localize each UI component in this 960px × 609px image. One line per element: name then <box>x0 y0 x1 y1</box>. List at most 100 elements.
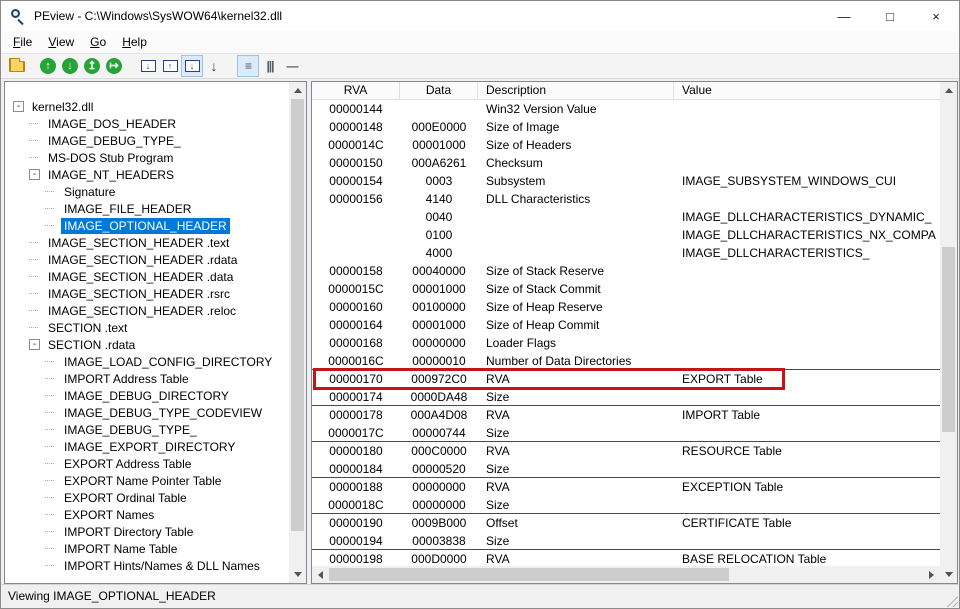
tree-item-image-section-header-rdata[interactable]: IMAGE_SECTION_HEADER .rdata <box>5 251 289 268</box>
table-row[interactable]: 00000144Win32 Version Value <box>312 100 940 118</box>
table-row[interactable]: 0000019400003838Size <box>312 532 940 550</box>
scroll-thumb[interactable] <box>291 99 304 531</box>
close-button[interactable]: × <box>913 1 959 31</box>
tree-item-image-file-header[interactable]: IMAGE_FILE_HEADER <box>5 200 289 217</box>
table-row[interactable]: 0000016C00000010Number of Data Directori… <box>312 352 940 370</box>
tree-item-import-name-table[interactable]: IMPORT Name Table <box>5 540 289 557</box>
goto-data-button[interactable]: ↓ <box>181 55 203 77</box>
tree-item-signature[interactable]: Signature <box>5 183 289 200</box>
menu-view[interactable]: View <box>40 31 82 53</box>
goto-ref-down-button[interactable]: ↓ <box>137 55 159 77</box>
table-row[interactable]: 0000018800000000RVAEXCEPTION Table <box>312 478 940 496</box>
column-header-description[interactable]: Description <box>478 82 674 99</box>
details-horizontal-scrollbar[interactable] <box>312 566 940 583</box>
table-row[interactable]: 000001740000DA48Size <box>312 388 940 406</box>
open-file-button[interactable] <box>9 61 25 72</box>
table-row[interactable]: 0040IMAGE_DLLCHARACTERISTICS_DYNAMIC_ <box>312 208 940 226</box>
cell-data: 00000010 <box>400 352 478 370</box>
tree-item-export-ordinal-table[interactable]: EXPORT Ordinal Table <box>5 489 289 506</box>
table-row[interactable]: 000001564140DLL Characteristics <box>312 190 940 208</box>
table-row[interactable]: 0100IMAGE_DLLCHARACTERISTICS_NX_COMPA <box>312 226 940 244</box>
tree-item-image-section-header-data[interactable]: IMAGE_SECTION_HEADER .data <box>5 268 289 285</box>
scroll-up-arrow[interactable] <box>289 82 306 99</box>
tree-item-image-debug-type[interactable]: IMAGE_DEBUG_TYPE_ <box>5 421 289 438</box>
tree-expander-icon[interactable]: - <box>13 101 24 112</box>
tree-item-image-optional-header[interactable]: IMAGE_OPTIONAL_HEADER <box>5 217 289 234</box>
tree-scrollbar[interactable] <box>289 82 306 583</box>
tree-item-section-rdata[interactable]: -SECTION .rdata <box>5 336 289 353</box>
tree-item-image-load-config-directory[interactable]: IMAGE_LOAD_CONFIG_DIRECTORY <box>5 353 289 370</box>
nav-first-button[interactable]: ↥ <box>81 55 103 77</box>
nav-down-button[interactable]: ↓ <box>59 55 81 77</box>
tree-item-image-debug-type-codeview[interactable]: IMAGE_DEBUG_TYPE_CODEVIEW <box>5 404 289 421</box>
tree-item-image-debug-directory[interactable]: IMAGE_DEBUG_DIRECTORY <box>5 387 289 404</box>
cell-value <box>674 280 940 298</box>
table-row[interactable]: 0000015C00001000Size of Stack Commit <box>312 280 940 298</box>
cell-data: 0100 <box>400 226 478 244</box>
view-list-button[interactable]: ≡ <box>237 55 259 77</box>
table-row[interactable]: 0000017C00000744Size <box>312 424 940 442</box>
table-row[interactable]: 4000IMAGE_DLLCHARACTERISTICS_ <box>312 244 940 262</box>
details-vertical-scrollbar[interactable] <box>940 82 957 583</box>
view-compact-button[interactable]: — <box>281 55 303 77</box>
follow-down-button[interactable]: ↓ <box>203 55 225 77</box>
table-row[interactable]: 000001540003SubsystemIMAGE_SUBSYSTEM_WIN… <box>312 172 940 190</box>
table-row[interactable]: 0000016400001000Size of Heap Commit <box>312 316 940 334</box>
table-row[interactable]: 0000018400000520Size <box>312 460 940 478</box>
tree-item-ms-dos-stub-program[interactable]: MS-DOS Stub Program <box>5 149 289 166</box>
cell-desc: Size <box>478 496 674 514</box>
column-header-value[interactable]: Value <box>674 82 940 99</box>
tree-item-import-hints-names-dll-names[interactable]: IMPORT Hints/Names & DLL Names <box>5 557 289 574</box>
menu-go[interactable]: Go <box>82 31 114 53</box>
scroll-right-arrow[interactable] <box>923 566 940 583</box>
nav-up-button[interactable]: ↑ <box>37 55 59 77</box>
tree-item-import-address-table[interactable]: IMPORT Address Table <box>5 370 289 387</box>
tree-item-image-section-header-rsrc[interactable]: IMAGE_SECTION_HEADER .rsrc <box>5 285 289 302</box>
tree-expander-icon[interactable]: - <box>29 169 40 180</box>
tree-item-export-names[interactable]: EXPORT Names <box>5 506 289 523</box>
tree-item-export-name-pointer-table[interactable]: EXPORT Name Pointer Table <box>5 472 289 489</box>
tree-connector <box>45 480 54 481</box>
tree-item-label: MS-DOS Stub Program <box>45 150 176 166</box>
tree-expander-icon[interactable]: - <box>29 339 40 350</box>
scroll-left-arrow[interactable] <box>312 566 329 583</box>
table-row[interactable]: 00000148000E0000Size of Image <box>312 118 940 136</box>
tree-item-image-section-header-reloc[interactable]: IMAGE_SECTION_HEADER .reloc <box>5 302 289 319</box>
table-row[interactable]: 00000150000A6261Checksum <box>312 154 940 172</box>
tree-item-image-nt-headers[interactable]: -IMAGE_NT_HEADERS <box>5 166 289 183</box>
table-row[interactable]: 00000180000C0000RVARESOURCE Table <box>312 442 940 460</box>
maximize-button[interactable]: □ <box>867 1 913 31</box>
table-row[interactable]: 0000014C00001000Size of Headers <box>312 136 940 154</box>
menu-file[interactable]: File <box>5 31 40 53</box>
tree-item-export-address-table[interactable]: EXPORT Address Table <box>5 455 289 472</box>
cell-desc: Offset <box>478 514 674 532</box>
minimize-button[interactable]: — <box>821 1 867 31</box>
table-row[interactable]: 000001900009B000OffsetCERTIFICATE Table <box>312 514 940 532</box>
table-row[interactable]: 00000178000A4D08RVAIMPORT Table <box>312 406 940 424</box>
table-row[interactable]: 0000016000100000Size of Heap Reserve <box>312 298 940 316</box>
table-row[interactable]: 00000198000D0000RVABASE RELOCATION Table <box>312 550 940 566</box>
table-row[interactable]: 00000170000972C0RVAEXPORT Table <box>312 370 940 388</box>
column-header-data[interactable]: Data <box>400 82 478 99</box>
table-row[interactable]: 0000018C00000000Size <box>312 496 940 514</box>
tree-item-kernel32-dll[interactable]: -kernel32.dll <box>5 98 289 115</box>
nav-next-button[interactable]: ↦ <box>103 55 125 77</box>
scroll-thumb[interactable] <box>942 247 955 432</box>
tree-item-import-directory-table[interactable]: IMPORT Directory Table <box>5 523 289 540</box>
tree-item-image-export-directory[interactable]: IMAGE_EXPORT_DIRECTORY <box>5 438 289 455</box>
menu-help[interactable]: Help <box>114 31 155 53</box>
scroll-down-arrow[interactable] <box>289 566 306 583</box>
resize-grip[interactable] <box>944 593 958 607</box>
scroll-thumb[interactable] <box>329 568 729 581</box>
tree-item-section-text[interactable]: SECTION .text <box>5 319 289 336</box>
table-row[interactable]: 0000015800040000Size of Stack Reserve <box>312 262 940 280</box>
scroll-down-arrow[interactable] <box>940 566 957 583</box>
tree-item-image-section-header-text[interactable]: IMAGE_SECTION_HEADER .text <box>5 234 289 251</box>
tree-item-image-debug-type[interactable]: IMAGE_DEBUG_TYPE_ <box>5 132 289 149</box>
scroll-up-arrow[interactable] <box>940 82 957 99</box>
table-row[interactable]: 0000016800000000Loader Flags <box>312 334 940 352</box>
tree-item-image-dos-header[interactable]: IMAGE_DOS_HEADER <box>5 115 289 132</box>
column-header-rva[interactable]: RVA <box>312 82 400 99</box>
goto-ref-up-button[interactable]: ↑ <box>159 55 181 77</box>
view-columns-button[interactable]: ||| <box>259 55 281 77</box>
